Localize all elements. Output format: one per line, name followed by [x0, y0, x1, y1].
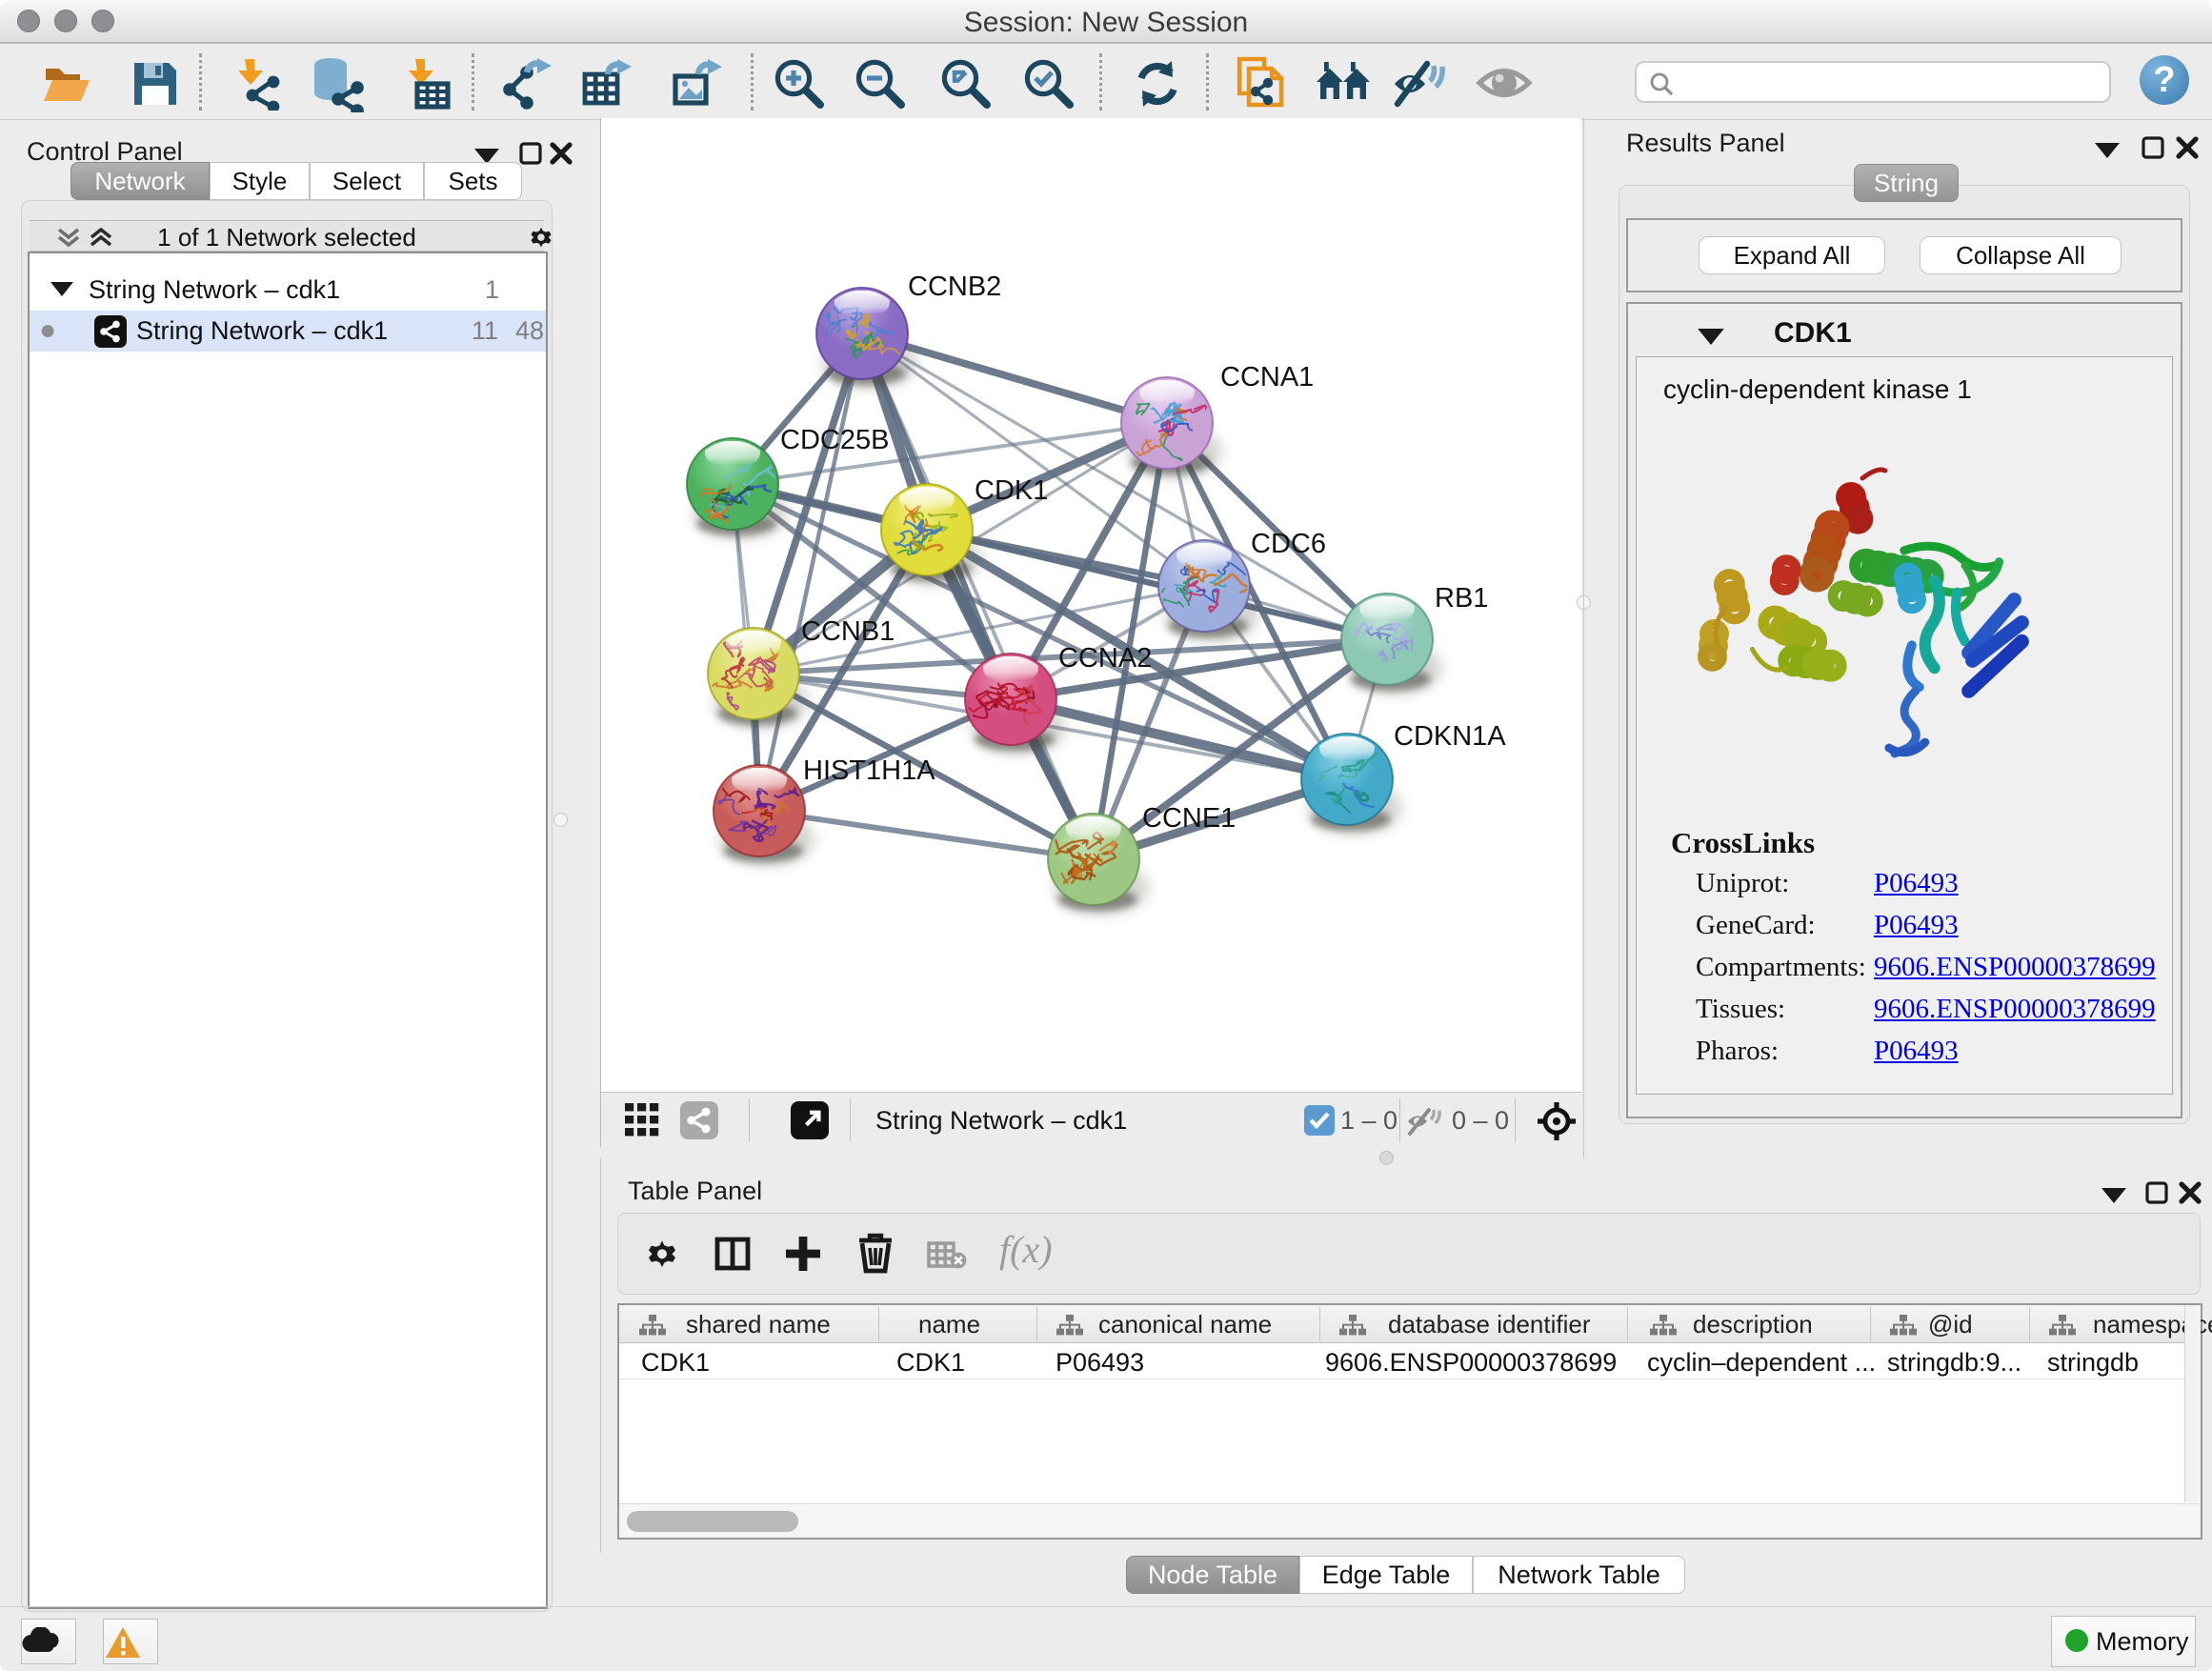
svg-text:CCNA1: CCNA1	[1220, 362, 1314, 393]
svg-text:CCNB1: CCNB1	[801, 616, 895, 647]
svg-text:CCNA2: CCNA2	[1058, 643, 1152, 674]
svg-text:HIST1H1A: HIST1H1A	[803, 755, 935, 786]
svg-text:CDC6: CDC6	[1251, 529, 1326, 559]
svg-text:CCNE1: CCNE1	[1142, 803, 1236, 834]
svg-text:CDK1: CDK1	[975, 475, 1048, 506]
svg-text:CDKN1A: CDKN1A	[1394, 721, 1506, 752]
svg-text:CDC25B: CDC25B	[780, 425, 889, 455]
svg-text:CCNB2: CCNB2	[908, 272, 1001, 302]
svg-text:RB1: RB1	[1435, 583, 1488, 614]
